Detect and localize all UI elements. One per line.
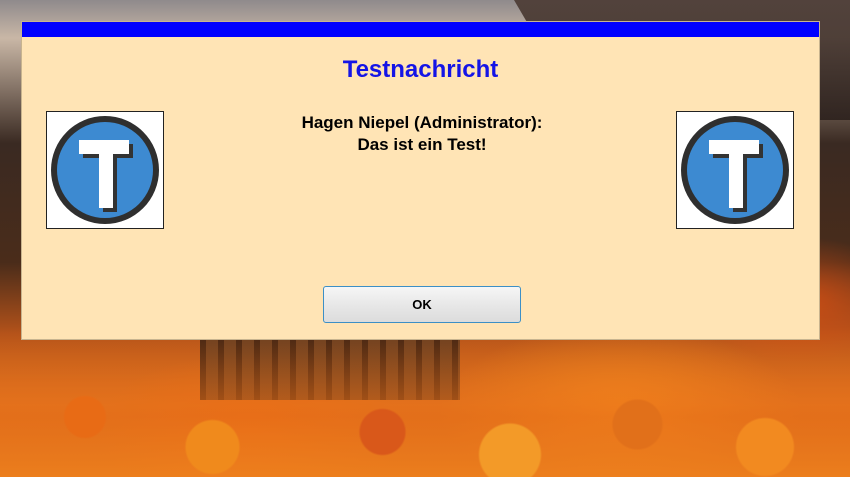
t-logo-icon — [681, 116, 789, 224]
dialog-title-strip — [22, 22, 819, 37]
message-dialog: Testnachricht Hagen Niepel (Administrato… — [21, 21, 820, 340]
left-logo — [46, 111, 164, 229]
dialog-message: Hagen Niepel (Administrator): Das ist ei… — [202, 112, 642, 156]
ok-button[interactable]: OK — [323, 286, 521, 323]
message-body: Das ist ein Test! — [357, 135, 487, 154]
dialog-title: Testnachricht — [342, 56, 499, 83]
message-sender: Hagen Niepel (Administrator): — [301, 113, 543, 132]
right-logo — [676, 111, 794, 229]
wallpaper-foliage — [0, 327, 850, 477]
desktop-background: Testnachricht Hagen Niepel (Administrato… — [0, 0, 850, 477]
t-logo-icon — [51, 116, 159, 224]
